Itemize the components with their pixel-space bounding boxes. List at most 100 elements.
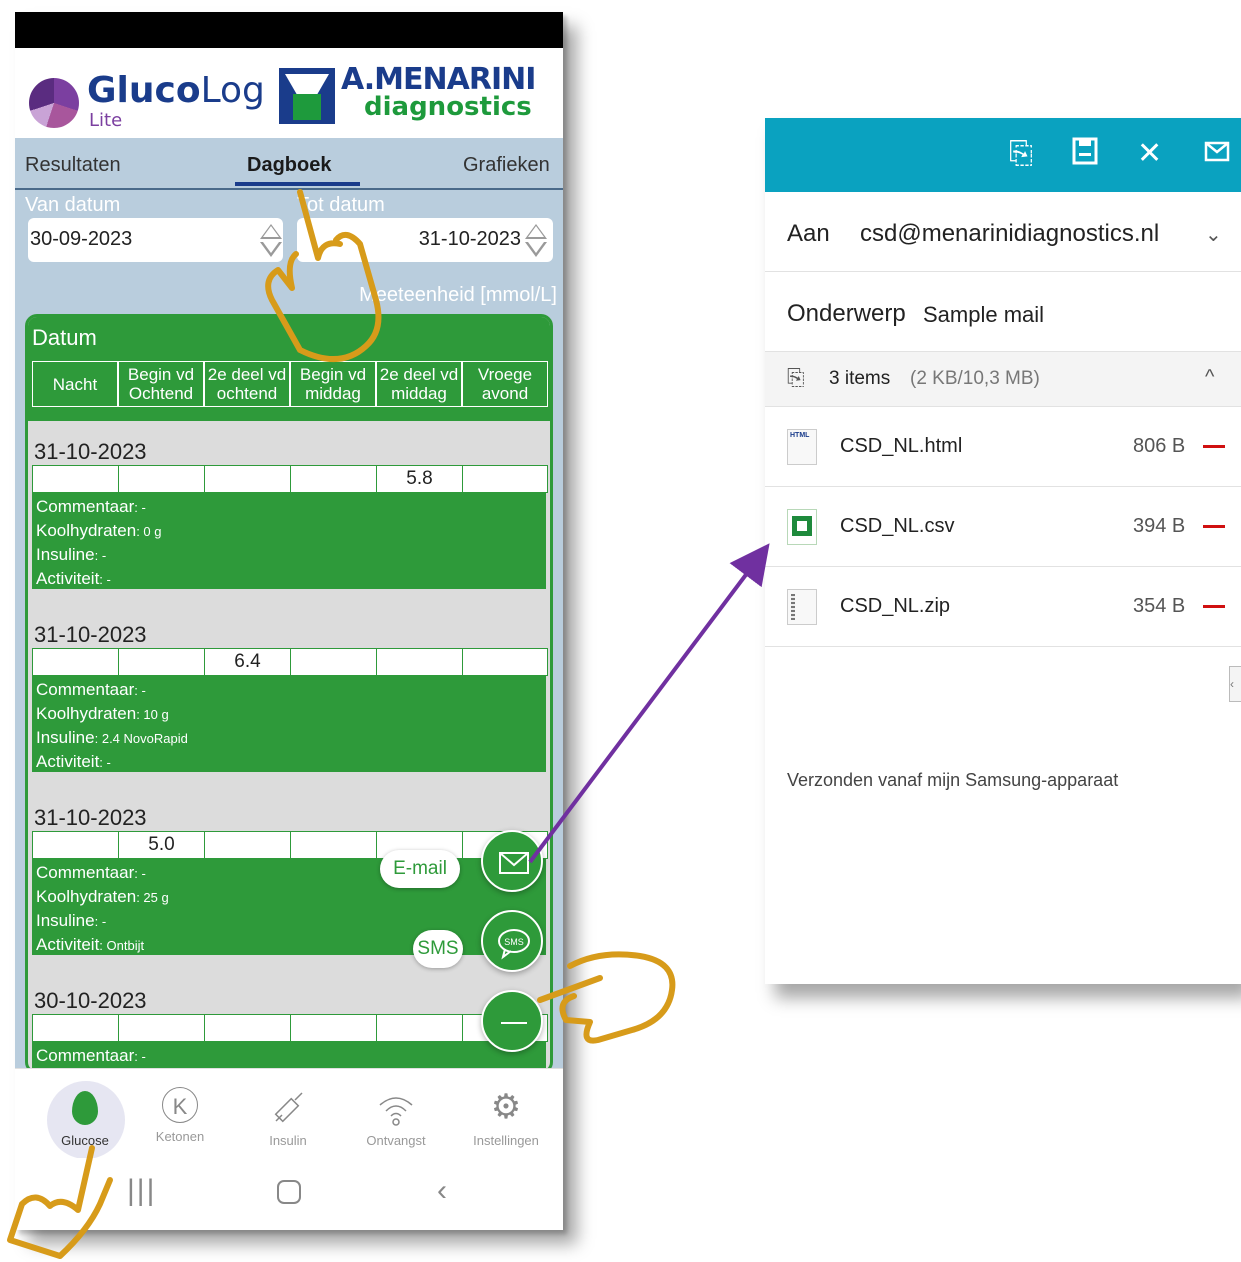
- glucolog-logo-icon: [29, 78, 79, 128]
- activity-label: Activiteit: [36, 569, 100, 588]
- nav-insulin[interactable]: Insulin: [238, 1087, 338, 1148]
- comment-value: : -: [134, 500, 146, 515]
- save-icon[interactable]: [1071, 136, 1099, 175]
- attachments-header[interactable]: ⎘ 3 items (2 KB/10,3 MB) ^: [765, 352, 1241, 407]
- recent-apps-icon[interactable]: |||: [127, 1174, 156, 1208]
- menarini-logo-icon: [279, 68, 335, 124]
- nav-glucose[interactable]: Glucose: [35, 1087, 135, 1148]
- remove-attachment-icon[interactable]: [1203, 525, 1225, 528]
- menarini-subtitle: diagnostics: [364, 92, 532, 122]
- gear-icon: ⚙: [490, 1088, 522, 1126]
- chevron-up-icon[interactable]: ^: [1205, 366, 1214, 389]
- stepper-down-icon[interactable]: [525, 242, 547, 257]
- nav-label: Ontvangst: [366, 1133, 426, 1148]
- email-share-label[interactable]: E-mail: [380, 850, 460, 888]
- remove-attachment-icon[interactable]: [1203, 445, 1225, 448]
- email-signature: Verzonden vanaf mijn Samsung-apparaat: [787, 770, 1119, 790]
- csv-file-icon: [787, 509, 817, 545]
- app-content: Resultaten Dagboek Grafieken Van datum T…: [15, 138, 563, 1074]
- value-cell: [32, 831, 119, 859]
- sms-bubble-icon: SMS: [498, 929, 530, 960]
- attachment-item[interactable]: CSD_NL.csv 394 B: [765, 487, 1241, 567]
- ketone-icon: K: [162, 1087, 198, 1123]
- diary-list[interactable]: Datum Nacht Begin vd Ochtend 2e deel vd …: [25, 314, 553, 1074]
- remove-attachment-icon[interactable]: [1203, 605, 1225, 608]
- file-size: 394 B: [1133, 515, 1186, 537]
- nav-ketonen[interactable]: K Ketonen: [130, 1087, 230, 1144]
- from-date-value: 30-09-2023: [30, 228, 133, 250]
- home-icon[interactable]: [277, 1180, 301, 1204]
- value-cell: 6.4: [204, 648, 291, 676]
- value-cell: [290, 465, 377, 493]
- attachment-item[interactable]: CSD_NL.zip 354 B: [765, 567, 1241, 647]
- tab-grafieken[interactable]: Grafieken: [463, 154, 550, 177]
- email-share-button[interactable]: [481, 830, 543, 892]
- sms-share-button[interactable]: SMS: [481, 910, 543, 972]
- sms-share-label[interactable]: SMS: [413, 930, 463, 968]
- insulin-value: : -: [94, 914, 107, 929]
- value-cell: 5.0: [118, 831, 205, 859]
- attach-icon[interactable]: ⎘: [1009, 136, 1033, 172]
- to-row[interactable]: Aan csd@menarinidiagnostics.nl ⌄: [765, 192, 1241, 272]
- carb-value: : 0 g: [136, 524, 162, 539]
- from-date-input[interactable]: 30-09-2023: [28, 218, 283, 262]
- activity-value: : Ontbijt: [99, 938, 145, 953]
- collapse-share-menu-button[interactable]: [481, 990, 543, 1052]
- nav-label: Ketonen: [155, 1129, 205, 1144]
- column-header: Nacht: [32, 361, 118, 407]
- attachment-item[interactable]: HTML CSD_NL.html 806 B: [765, 407, 1241, 487]
- envelope-icon: [499, 852, 529, 874]
- from-date-stepper[interactable]: [260, 224, 282, 258]
- email-compose-window: ⎘ ✕ Aan csd@menarinidiagnostics.nl ⌄ Ond…: [765, 118, 1241, 984]
- send-icon[interactable]: [1203, 136, 1233, 175]
- to-field[interactable]: csd@menarinidiagnostics.nl: [860, 220, 1159, 248]
- nav-ontvangst[interactable]: Ontvangst: [346, 1087, 446, 1148]
- attachments-count: 3 items: [829, 368, 891, 389]
- value-cell: [32, 648, 119, 676]
- entry-date: 31-10-2023: [34, 622, 147, 647]
- comment-label: Commentaar: [36, 680, 135, 699]
- phone-screen: GlucoLog Lite A.MENARINI diagnostics Res…: [15, 12, 563, 1230]
- stepper-down-icon[interactable]: [260, 242, 282, 257]
- paperclip-icon: ⎘: [787, 365, 805, 390]
- comment-label: Commentaar: [36, 497, 135, 516]
- carb-value: : 10 g: [136, 707, 169, 722]
- carb-value: : 25 g: [136, 890, 169, 905]
- value-cell: [118, 648, 205, 676]
- tab-dagboek[interactable]: Dagboek: [247, 154, 331, 177]
- to-date-stepper[interactable]: [525, 224, 547, 258]
- glucose-drop-icon: [72, 1091, 98, 1125]
- back-icon[interactable]: ‹: [437, 1174, 447, 1208]
- chevron-down-icon[interactable]: ⌄: [1205, 222, 1222, 247]
- to-label: Aan: [787, 220, 830, 247]
- insulin-label: Insuline: [36, 728, 95, 747]
- comment-value: : -: [134, 866, 146, 881]
- system-navigation: ||| ‹: [15, 1158, 563, 1230]
- value-cell: [118, 465, 205, 493]
- comment-label: Commentaar: [36, 863, 135, 882]
- insulin-label: Insuline: [36, 911, 95, 930]
- side-panel-handle[interactable]: ‹: [1229, 666, 1241, 702]
- nav-instellingen[interactable]: ⚙ Instellingen: [456, 1087, 556, 1148]
- tab-resultaten[interactable]: Resultaten: [25, 154, 121, 177]
- comment-label: Commentaar: [36, 1046, 135, 1065]
- activity-value: : -: [99, 755, 111, 770]
- value-cell: [32, 465, 119, 493]
- zip-file-icon: [787, 589, 817, 625]
- value-cell: [290, 1014, 377, 1042]
- file-name: CSD_NL.zip: [840, 595, 951, 617]
- carb-label: Koolhydraten: [36, 704, 137, 723]
- to-date-input[interactable]: 31-10-2023: [297, 218, 553, 262]
- status-bar: [15, 12, 563, 48]
- value-cell: [204, 465, 291, 493]
- subject-row[interactable]: Onderwerp Sample mail: [765, 272, 1241, 352]
- subject-field[interactable]: Sample mail: [923, 302, 1044, 328]
- file-size: 806 B: [1133, 435, 1186, 457]
- close-icon[interactable]: ✕: [1137, 136, 1162, 172]
- activity-label: Activiteit: [36, 752, 100, 771]
- stepper-up-icon[interactable]: [525, 224, 547, 239]
- file-type-badge: HTML: [790, 432, 810, 439]
- insulin-value: : -: [94, 548, 107, 563]
- unit-label: Meeteenheid [mmol/L]: [359, 284, 557, 306]
- stepper-up-icon[interactable]: [260, 224, 282, 239]
